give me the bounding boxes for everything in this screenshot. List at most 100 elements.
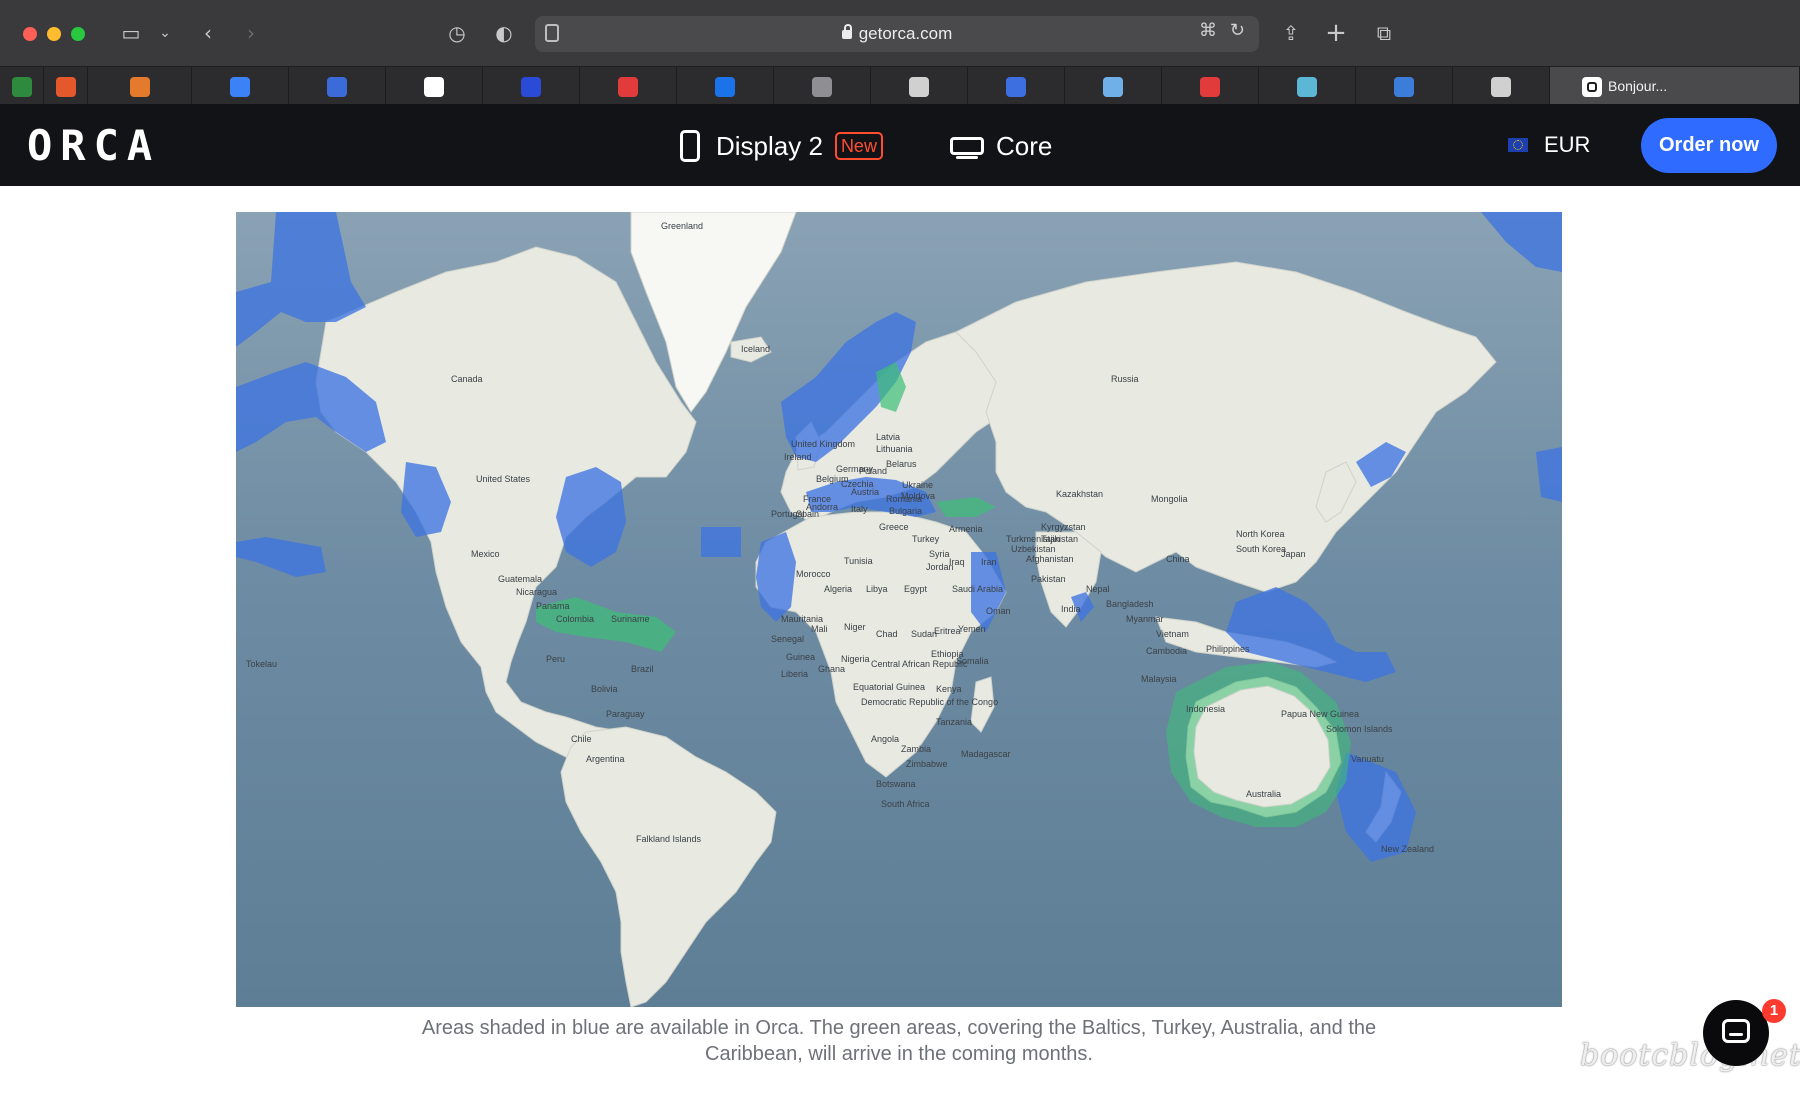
nav-core-label: Core: [996, 130, 1053, 161]
map-label-myanmar: Myanmar: [1126, 614, 1164, 624]
map-label-angola: Angola: [871, 734, 899, 744]
map-label-south-africa: South Africa: [881, 799, 930, 809]
lock-icon: [841, 24, 852, 39]
minimize-window-button[interactable]: [47, 27, 61, 41]
map-label-lithuania: Lithuania: [876, 444, 913, 454]
forward-arrow-icon[interactable]: ›: [236, 18, 266, 48]
map-label-poland: Poland: [859, 466, 887, 476]
order-now-button[interactable]: Order now: [1641, 118, 1777, 173]
nav-core[interactable]: Core: [950, 124, 1052, 168]
map-label-armenia: Armenia: [949, 524, 983, 534]
map-label-morocco: Morocco: [796, 569, 831, 579]
reload-icon[interactable]: ↻: [1230, 20, 1245, 41]
map-label-malaysia: Malaysia: [1141, 674, 1177, 684]
coverage-atlantic-patch: [701, 527, 741, 557]
tab-favicon-icon: [1006, 77, 1026, 97]
map-label-china: China: [1166, 554, 1190, 564]
map-label-north-korea: North Korea: [1236, 529, 1285, 539]
browser-tab[interactable]: [192, 67, 289, 105]
tab-favicon-icon: [812, 77, 832, 97]
tab-favicon-icon: [1394, 77, 1414, 97]
map-label-madagascar: Madagascar: [961, 749, 1011, 759]
browser-tab[interactable]: [289, 67, 386, 105]
map-label-italy: Italy: [851, 504, 868, 514]
browser-tab[interactable]: [871, 67, 968, 105]
browser-tab-active[interactable]: Bonjour...: [1550, 67, 1800, 105]
sidebar-toggle-icon[interactable]: ▭: [116, 18, 146, 48]
tab-favicon-icon: [11, 77, 32, 97]
tab-overview-icon[interactable]: ⧉: [1369, 18, 1399, 48]
map-label-jordan: Jordan: [926, 562, 954, 572]
currency-label: EUR: [1544, 132, 1591, 157]
zoom-window-button[interactable]: [71, 27, 85, 41]
tab-favicon-icon: [1491, 77, 1511, 97]
map-label-nicaragua: Nicaragua: [516, 587, 557, 597]
map-label-yemen: Yemen: [958, 624, 986, 634]
browser-tab[interactable]: [386, 67, 483, 105]
map-label-new-zealand: New Zealand: [1381, 844, 1434, 854]
map-label-cambodia: Cambodia: [1146, 646, 1187, 656]
caption-line-1: Areas shaded in blue are available in Or…: [421, 1017, 1377, 1039]
map-label-kenya: Kenya: [936, 684, 962, 694]
browser-tab[interactable]: [1259, 67, 1356, 105]
browser-tab[interactable]: [774, 67, 871, 105]
map-label-ghana: Ghana: [818, 664, 845, 674]
map-label-ukraine: Ukraine: [902, 480, 933, 490]
tab-favicon-icon: [521, 77, 541, 97]
browser-toolbar: ▭ ⌄ ‹ › ◷ ◐ getorca.com ⌘ ↻ ⇪ + ⧉: [0, 0, 1800, 66]
privacy-shield-icon[interactable]: ◐: [489, 18, 519, 48]
map-label-greece: Greece: [879, 522, 909, 532]
share-icon[interactable]: ⇪: [1276, 18, 1306, 48]
map-label-united-kingdom: United Kingdom: [791, 439, 855, 449]
map-label-chad: Chad: [876, 629, 898, 639]
tab-favicon-icon: [909, 77, 929, 97]
address-bar[interactable]: getorca.com ⌘ ↻: [535, 16, 1259, 52]
browser-tab[interactable]: [1162, 67, 1259, 105]
map-label-mali: Mali: [811, 624, 828, 634]
map-label-portugal: Portugal: [771, 509, 805, 519]
map-label-nigeria: Nigeria: [841, 654, 870, 664]
map-label-iran: Iran: [981, 557, 997, 567]
map-label-indonesia: Indonesia: [1186, 704, 1225, 714]
new-tab-plus-icon[interactable]: +: [1321, 18, 1351, 48]
browser-tab[interactable]: [88, 67, 192, 105]
browser-tab[interactable]: [1356, 67, 1453, 105]
chat-launcher-button[interactable]: [1703, 1000, 1769, 1066]
orca-logo[interactable]: ORCA: [27, 124, 160, 168]
map-label-liberia: Liberia: [781, 669, 808, 679]
map-label-egypt: Egypt: [904, 584, 928, 594]
chevron-down-icon[interactable]: ⌄: [150, 18, 180, 48]
map-label-japan: Japan: [1281, 549, 1306, 559]
map-label-brazil: Brazil: [631, 664, 654, 674]
map-label-tanzania: Tanzania: [936, 717, 972, 727]
site-header: ORCA Display 2 New Core EUR Order now: [0, 104, 1800, 186]
map-label-oman: Oman: [986, 606, 1011, 616]
back-arrow-icon[interactable]: ‹: [193, 18, 223, 48]
browser-tab[interactable]: [580, 67, 677, 105]
translate-icon[interactable]: ⌘: [1199, 20, 1217, 41]
map-label-belarus: Belarus: [886, 459, 917, 469]
history-clock-icon[interactable]: ◷: [442, 18, 472, 48]
map-label-philippines: Philippines: [1206, 644, 1250, 654]
browser-tab[interactable]: [968, 67, 1065, 105]
browser-tab[interactable]: [483, 67, 580, 105]
map-label-bolivia: Bolivia: [591, 684, 618, 694]
currency-selector[interactable]: EUR: [1508, 132, 1590, 158]
browser-tab[interactable]: [1065, 67, 1162, 105]
close-window-button[interactable]: [23, 27, 37, 41]
map-label-libya: Libya: [866, 584, 888, 594]
map-label-romania: Romania: [886, 494, 922, 504]
browser-tab[interactable]: [1453, 67, 1550, 105]
map-label-united-states: United States: [476, 474, 531, 484]
world-map: Greenland Iceland Canada United States Mexic…: [236, 212, 1562, 1007]
tab-favicon-icon: [618, 77, 638, 97]
nav-display-2[interactable]: Display 2 New: [680, 124, 883, 168]
browser-tab[interactable]: [44, 67, 88, 105]
browser-tab[interactable]: [0, 67, 44, 105]
map-label-guinea: Guinea: [786, 652, 815, 662]
browser-tab[interactable]: [677, 67, 774, 105]
map-label-tunisia: Tunisia: [844, 556, 873, 566]
map-label-mongolia: Mongolia: [1151, 494, 1188, 504]
map-label-ireland: Ireland: [784, 452, 812, 462]
map-label-iceland: Iceland: [741, 344, 770, 354]
